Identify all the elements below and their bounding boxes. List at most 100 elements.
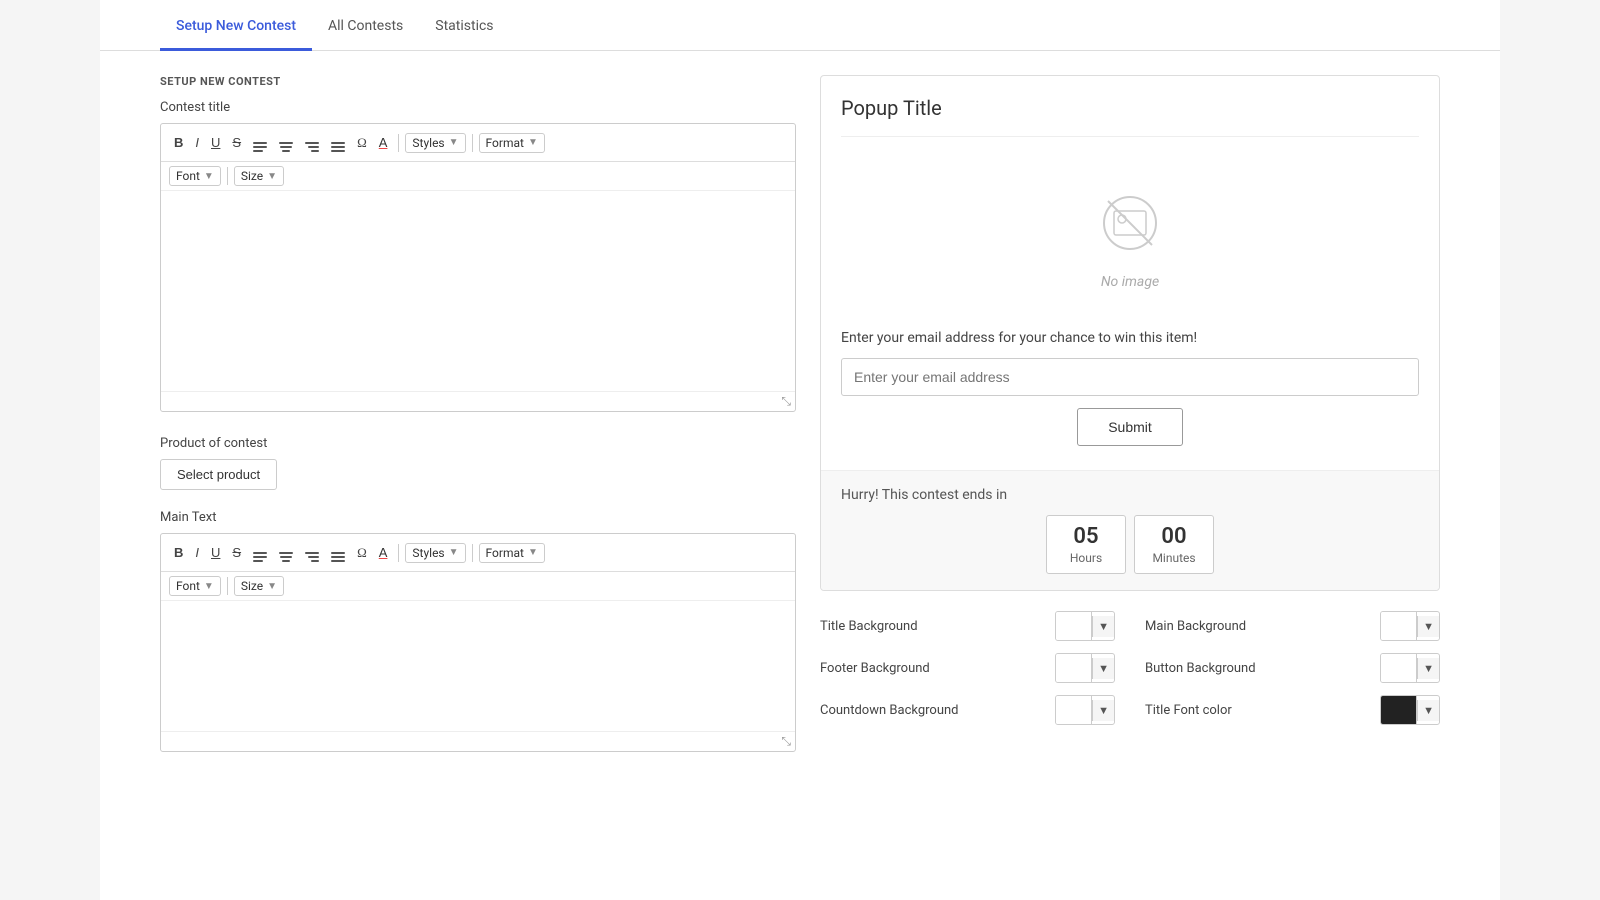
main-background-arrow[interactable]: ▼ bbox=[1417, 616, 1439, 637]
title-font-color-arrow[interactable]: ▼ bbox=[1417, 700, 1439, 721]
hours-unit: Hours bbox=[1063, 551, 1109, 565]
right-panel: Popup Title No image Enter your email ad… bbox=[820, 75, 1440, 776]
color-settings: Title Background ▼ Main Background ▼ Foo… bbox=[820, 611, 1440, 725]
main-content: SETUP NEW CONTEST Contest title B I U S bbox=[100, 51, 1500, 800]
title-background-row: Title Background ▼ bbox=[820, 611, 1115, 641]
bold-button-1[interactable]: B bbox=[169, 133, 188, 152]
font-dropdown-2[interactable]: Font ▼ bbox=[169, 576, 221, 596]
hours-timer: 05 Hours bbox=[1046, 515, 1126, 574]
title-font-color-label: Title Font color bbox=[1145, 703, 1368, 718]
size-dropdown-2[interactable]: Size ▼ bbox=[234, 576, 284, 596]
hours-value: 05 bbox=[1063, 524, 1109, 549]
styles-dropdown-2[interactable]: Styles ▼ bbox=[405, 543, 465, 563]
sep-4 bbox=[398, 544, 399, 562]
main-background-swatch bbox=[1381, 612, 1417, 640]
contest-title-toolbar-row2: Font ▼ Size ▼ bbox=[161, 162, 795, 191]
main-text-toolbar-row1: B I U S bbox=[161, 534, 795, 572]
countdown-background-picker[interactable]: ▼ bbox=[1055, 695, 1115, 725]
footer-background-label: Footer Background bbox=[820, 661, 1043, 676]
sep-2 bbox=[472, 134, 473, 152]
contest-title-toolbar-row1: B I U S bbox=[161, 124, 795, 162]
no-image-area: No image bbox=[841, 153, 1419, 330]
footer-background-swatch bbox=[1056, 654, 1092, 682]
title-background-swatch bbox=[1056, 612, 1092, 640]
countdown-bar: Hurry! This contest ends in 05 Hours 00 … bbox=[821, 470, 1439, 590]
format-dropdown-2[interactable]: Format ▼ bbox=[479, 543, 545, 563]
tab-setup-new-contest[interactable]: Setup New Contest bbox=[160, 0, 312, 51]
main-text-editor: B I U S bbox=[160, 533, 796, 752]
editor-resize-2[interactable]: ⤡ bbox=[161, 731, 795, 751]
footer-background-picker[interactable]: ▼ bbox=[1055, 653, 1115, 683]
title-background-arrow[interactable]: ▼ bbox=[1092, 616, 1114, 637]
bold-button-2[interactable]: B bbox=[169, 543, 188, 562]
align-right-button-1[interactable] bbox=[300, 130, 324, 155]
underline-button-2[interactable]: U bbox=[206, 543, 225, 562]
align-center-button-2[interactable] bbox=[274, 540, 298, 565]
tabs-bar: Setup New Contest All Contests Statistic… bbox=[100, 0, 1500, 51]
editor-resize-1[interactable]: ⤡ bbox=[161, 391, 795, 411]
contest-title-label: Contest title bbox=[160, 100, 796, 115]
footer-background-row: Footer Background ▼ bbox=[820, 653, 1115, 683]
minutes-value: 00 bbox=[1151, 524, 1197, 549]
sep-3 bbox=[227, 167, 228, 185]
minutes-timer: 00 Minutes bbox=[1134, 515, 1214, 574]
sep-1 bbox=[398, 134, 399, 152]
countdown-background-arrow[interactable]: ▼ bbox=[1092, 700, 1114, 721]
underline-button-1[interactable]: U bbox=[206, 133, 225, 152]
button-background-label: Button Background bbox=[1145, 661, 1368, 676]
resize-icon-2: ⤡ bbox=[781, 734, 791, 749]
special-char-button-2[interactable]: Ω bbox=[352, 543, 372, 562]
no-image-text: No image bbox=[1101, 274, 1159, 290]
product-label: Product of contest bbox=[160, 436, 796, 451]
main-text-toolbar-row2: Font ▼ Size ▼ bbox=[161, 572, 795, 601]
main-background-label: Main Background bbox=[1145, 619, 1368, 634]
align-left-button-2[interactable] bbox=[248, 540, 272, 565]
styles-dropdown-1[interactable]: Styles ▼ bbox=[405, 133, 465, 153]
left-panel: SETUP NEW CONTEST Contest title B I U S bbox=[160, 75, 796, 776]
justify-button-2[interactable] bbox=[326, 540, 350, 565]
resize-icon-1: ⤡ bbox=[781, 394, 791, 409]
email-input[interactable] bbox=[841, 358, 1419, 396]
font-color-button-1[interactable]: A bbox=[374, 133, 393, 152]
sep-6 bbox=[227, 577, 228, 595]
title-background-label: Title Background bbox=[820, 619, 1043, 634]
main-text-body[interactable] bbox=[161, 601, 795, 731]
button-background-row: Button Background ▼ bbox=[1145, 653, 1440, 683]
special-char-button-1[interactable]: Ω bbox=[352, 133, 372, 152]
italic-button-2[interactable]: I bbox=[190, 543, 204, 562]
strikethrough-button-1[interactable]: S bbox=[227, 133, 246, 152]
tab-statistics[interactable]: Statistics bbox=[419, 0, 509, 51]
button-background-arrow[interactable]: ▼ bbox=[1417, 658, 1439, 679]
footer-background-arrow[interactable]: ▼ bbox=[1092, 658, 1114, 679]
submit-button[interactable]: Submit bbox=[1077, 408, 1183, 446]
contest-title-body[interactable] bbox=[161, 191, 795, 391]
strikethrough-button-2[interactable]: S bbox=[227, 543, 246, 562]
align-center-button-1[interactable] bbox=[274, 130, 298, 155]
no-image-icon bbox=[1100, 193, 1160, 266]
popup-title: Popup Title bbox=[841, 96, 1419, 137]
title-background-picker[interactable]: ▼ bbox=[1055, 611, 1115, 641]
button-background-picker[interactable]: ▼ bbox=[1380, 653, 1440, 683]
button-background-swatch bbox=[1381, 654, 1417, 682]
format-dropdown-1[interactable]: Format ▼ bbox=[479, 133, 545, 153]
main-text-label: Main Text bbox=[160, 510, 796, 525]
font-dropdown-1[interactable]: Font ▼ bbox=[169, 166, 221, 186]
font-color-button-2[interactable]: A bbox=[374, 543, 393, 562]
size-dropdown-1[interactable]: Size ▼ bbox=[234, 166, 284, 186]
contest-title-editor: B I U S bbox=[160, 123, 796, 412]
countdown-label: Hurry! This contest ends in bbox=[841, 487, 1419, 503]
main-background-row: Main Background ▼ bbox=[1145, 611, 1440, 641]
sep-5 bbox=[472, 544, 473, 562]
section-title: SETUP NEW CONTEST bbox=[160, 75, 796, 88]
minutes-unit: Minutes bbox=[1151, 551, 1197, 565]
align-left-button-1[interactable] bbox=[248, 130, 272, 155]
tab-all-contests[interactable]: All Contests bbox=[312, 0, 419, 51]
select-product-button[interactable]: Select product bbox=[160, 459, 277, 490]
main-background-picker[interactable]: ▼ bbox=[1380, 611, 1440, 641]
title-font-color-swatch bbox=[1381, 696, 1417, 724]
italic-button-1[interactable]: I bbox=[190, 133, 204, 152]
countdown-timers: 05 Hours 00 Minutes bbox=[841, 515, 1419, 574]
title-font-color-picker[interactable]: ▼ bbox=[1380, 695, 1440, 725]
justify-button-1[interactable] bbox=[326, 130, 350, 155]
align-right-button-2[interactable] bbox=[300, 540, 324, 565]
